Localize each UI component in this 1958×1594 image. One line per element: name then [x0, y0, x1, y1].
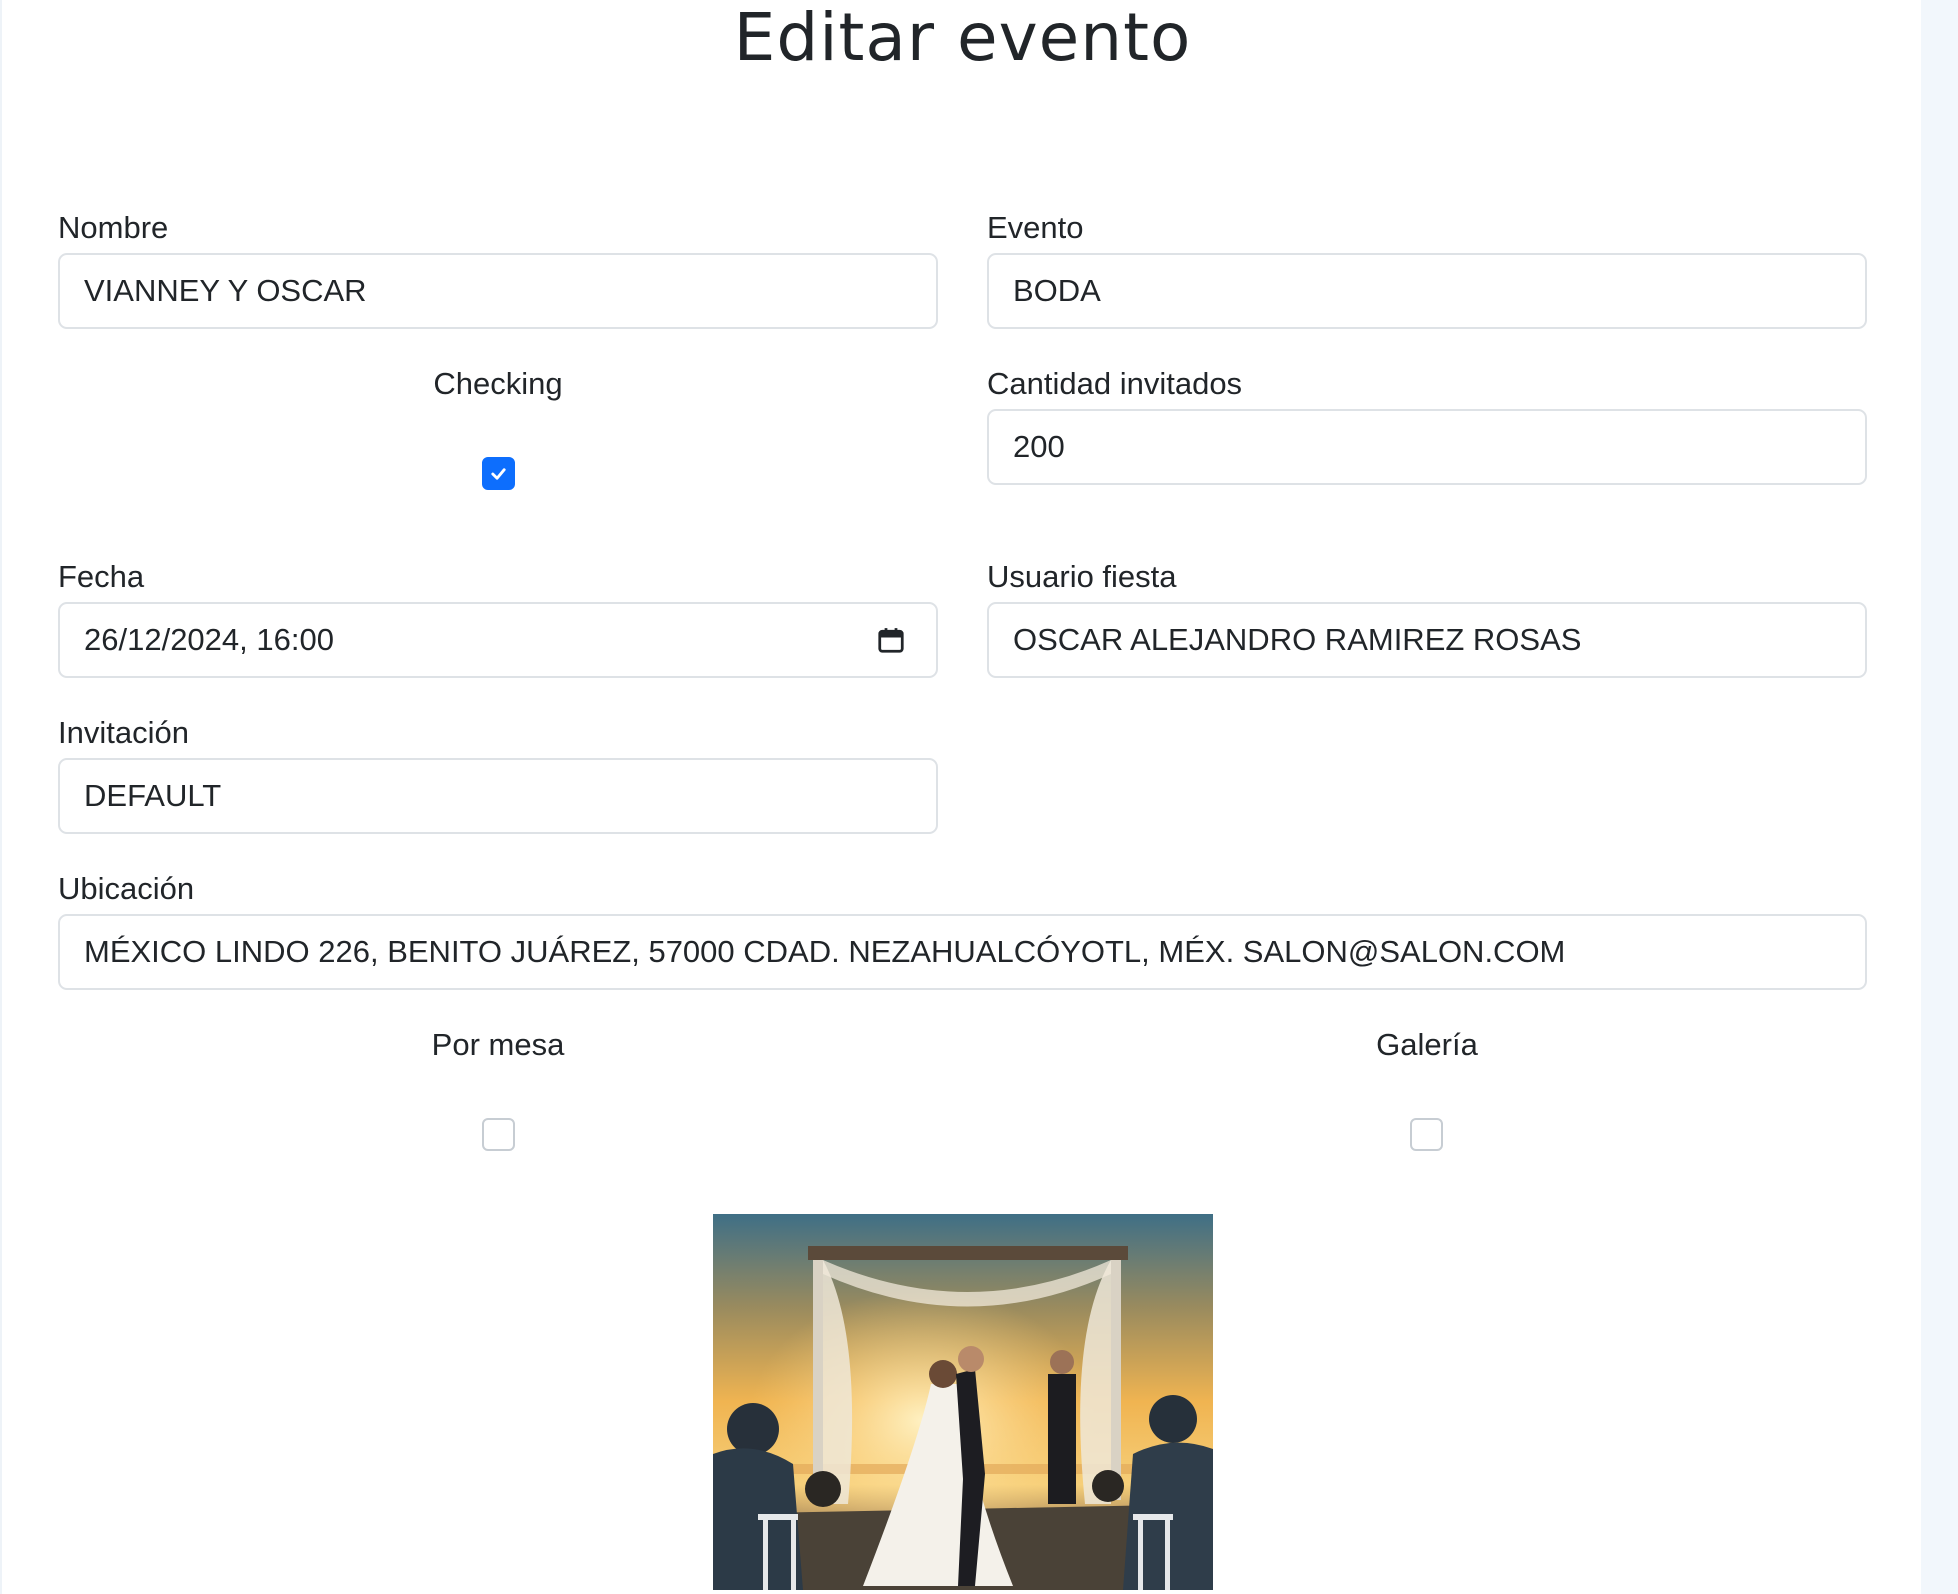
event-image [713, 1214, 1213, 1590]
galeria-label: Galería [1376, 1027, 1478, 1062]
calendar-icon[interactable] [876, 625, 906, 655]
ubicacion-label: Ubicación [58, 871, 195, 906]
cantidad-invitados-label: Cantidad invitados [987, 366, 1243, 401]
fecha-value: 26/12/2024, 16:00 [84, 622, 334, 657]
check-icon [491, 468, 506, 480]
ubicacion-value: MÉXICO LINDO 226, BENITO JUÁREZ, 57000 C… [84, 934, 1566, 969]
invitacion-input[interactable]: DEFAULT [58, 758, 938, 834]
cantidad-invitados-input[interactable]: 200 [987, 409, 1867, 485]
evento-value: BODA [1013, 273, 1101, 308]
ubicacion-input[interactable]: MÉXICO LINDO 226, BENITO JUÁREZ, 57000 C… [58, 914, 1867, 990]
page-title: Editar evento [733, 0, 1192, 76]
checking-checkbox[interactable] [482, 457, 515, 490]
nombre-value: VIANNEY Y OSCAR [84, 273, 367, 308]
fecha-label: Fecha [58, 559, 145, 594]
usuario-fiesta-value: OSCAR ALEJANDRO RAMIREZ ROSAS [1013, 622, 1582, 657]
usuario-fiesta-label: Usuario fiesta [987, 559, 1177, 594]
page-edge [0, 0, 2, 1594]
por-mesa-label: Por mesa [431, 1027, 565, 1062]
fecha-input[interactable]: 26/12/2024, 16:00 [58, 602, 938, 678]
por-mesa-checkbox[interactable] [482, 1118, 515, 1151]
wedding-photo [713, 1214, 1213, 1590]
galeria-checkbox[interactable] [1410, 1118, 1443, 1151]
scrollbar-track[interactable] [1921, 0, 1958, 1594]
invitacion-label: Invitación [58, 715, 189, 750]
invitacion-value: DEFAULT [84, 778, 222, 813]
evento-label: Evento [987, 210, 1084, 245]
usuario-fiesta-input[interactable]: OSCAR ALEJANDRO RAMIREZ ROSAS [987, 602, 1867, 678]
nombre-input[interactable]: VIANNEY Y OSCAR [58, 253, 938, 329]
nombre-label: Nombre [58, 210, 169, 245]
evento-input[interactable]: BODA [987, 253, 1867, 329]
cantidad-invitados-value: 200 [1013, 429, 1065, 464]
checking-label: Checking [433, 366, 563, 401]
